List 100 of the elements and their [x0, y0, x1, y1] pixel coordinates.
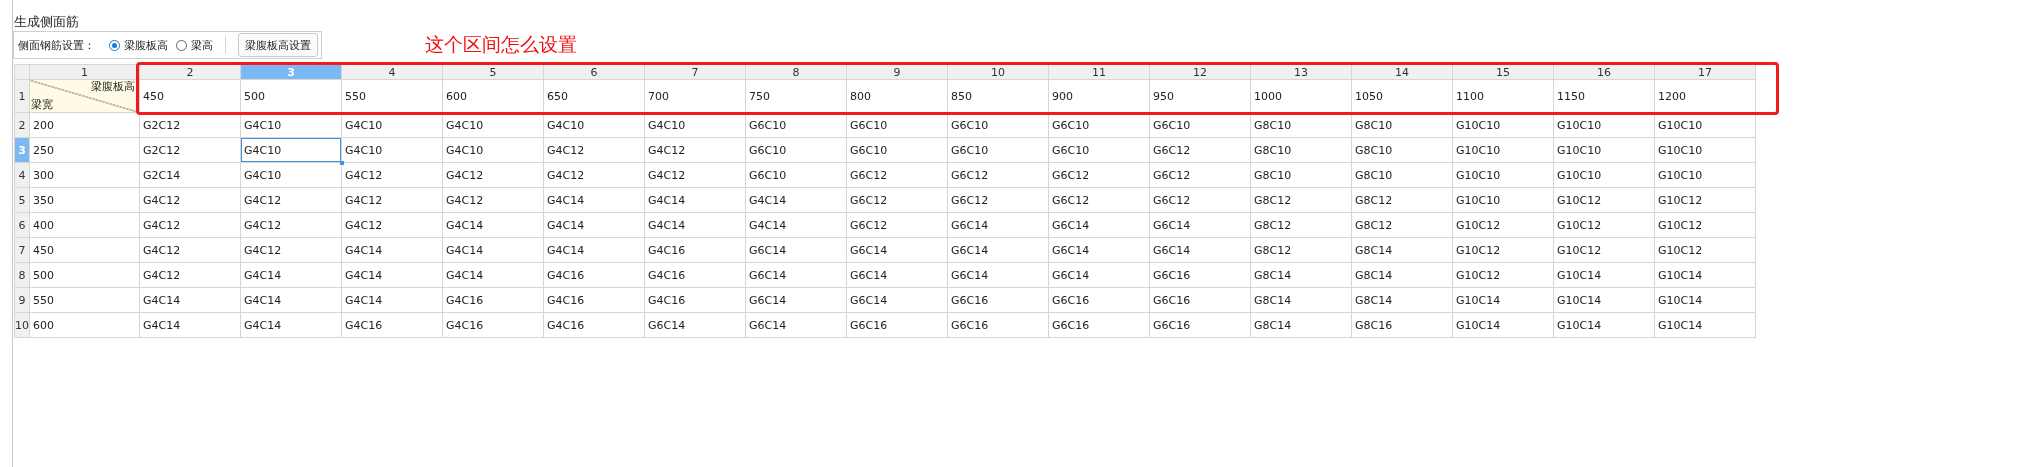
- table-cell: G6C10: [846, 137, 948, 163]
- table-cell: G6C12: [1048, 162, 1150, 188]
- table-cell: G4C12: [644, 162, 746, 188]
- table-cell: G6C12: [1149, 137, 1251, 163]
- annotation-text: 这个区间怎么设置: [425, 32, 577, 57]
- table-cell: G6C14: [1048, 262, 1150, 288]
- table-cell: G10C14: [1553, 262, 1655, 288]
- table-cell: G8C12: [1351, 212, 1453, 238]
- table-cell: G2C12: [139, 137, 241, 163]
- row-header[interactable]: 9: [14, 287, 30, 313]
- table-cell: 500: [29, 262, 140, 288]
- table-cell: G4C12: [442, 162, 544, 188]
- table-cell: G4C12: [139, 187, 241, 213]
- table-cell: G10C12: [1452, 262, 1554, 288]
- table-cell: G2C14: [139, 162, 241, 188]
- row-header[interactable]: 2: [14, 112, 30, 138]
- row-header[interactable]: 10: [14, 312, 30, 338]
- table-cell: G10C14: [1654, 262, 1756, 288]
- radio-option[interactable]: 梁腹板高: [109, 37, 168, 53]
- table-cell: 350: [29, 187, 140, 213]
- table-cell: G10C12: [1654, 237, 1756, 263]
- table-cell: G6C12: [1149, 187, 1251, 213]
- table-cell: G6C12: [846, 187, 948, 213]
- table-cell: G4C14: [240, 287, 342, 313]
- table-cell: G4C10: [240, 162, 342, 188]
- table-cell: 250: [29, 137, 140, 163]
- table-cell: G8C16: [1351, 312, 1453, 338]
- table-cell: G6C10: [745, 112, 847, 138]
- table-cell: G6C14: [644, 312, 746, 338]
- table-cell: G4C12: [139, 237, 241, 263]
- window-title: 生成侧面筋: [13, 13, 80, 27]
- table-cell: G4C12: [240, 187, 342, 213]
- table-cell: G4C12: [139, 212, 241, 238]
- table-cell: G4C14: [139, 287, 241, 313]
- table-cell: G6C14: [745, 262, 847, 288]
- table-cell: G10C14: [1654, 287, 1756, 313]
- table-cell: G4C16: [644, 287, 746, 313]
- row-header[interactable]: 1: [14, 79, 30, 113]
- table-cell: G6C14: [745, 312, 847, 338]
- corner-bottom-label: 梁宽: [30, 98, 53, 112]
- table-cell: G4C10: [240, 112, 342, 138]
- table-cell: G8C10: [1351, 162, 1453, 188]
- table-cell: G10C12: [1452, 212, 1554, 238]
- row-header[interactable]: 6: [14, 212, 30, 238]
- table-cell: G10C12: [1654, 187, 1756, 213]
- table-cell: G10C14: [1654, 312, 1756, 338]
- table-cell: G4C14: [543, 212, 645, 238]
- table-cell: G4C14: [543, 187, 645, 213]
- table-cell: G10C10: [1553, 112, 1655, 138]
- column-header[interactable]: 1: [29, 64, 140, 80]
- table-cell: G8C12: [1351, 187, 1453, 213]
- table-cell: G4C14: [442, 262, 544, 288]
- table-cell: G4C14: [442, 237, 544, 263]
- table-cell: G6C10: [745, 137, 847, 163]
- table-cell: G4C10: [341, 112, 443, 138]
- table-cell: G6C14: [947, 237, 1049, 263]
- table-cell: G4C16: [341, 312, 443, 338]
- table-cell: G4C12: [543, 137, 645, 163]
- table-cell: G8C14: [1250, 262, 1352, 288]
- table-cell: G4C12: [240, 212, 342, 238]
- table-cell: G10C10: [1654, 112, 1756, 138]
- corner-top-label: 梁腹板高: [91, 80, 135, 94]
- radio-option[interactable]: 梁高: [176, 37, 213, 53]
- table-cell: G6C12: [846, 162, 948, 188]
- table-cell: G4C10: [644, 112, 746, 138]
- table-cell: G4C12: [240, 237, 342, 263]
- table-cell: G8C12: [1250, 237, 1352, 263]
- table-cell: G4C14: [240, 312, 342, 338]
- table-cell: G10C12: [1553, 212, 1655, 238]
- table-cell: 200: [29, 112, 140, 138]
- table-cell: G4C14: [543, 237, 645, 263]
- table-cell: G8C10: [1250, 162, 1352, 188]
- table-cell: G4C16: [543, 287, 645, 313]
- table-cell: G6C12: [1149, 162, 1251, 188]
- row-header[interactable]: 7: [14, 237, 30, 263]
- table-cell: 600: [29, 312, 140, 338]
- table-cell: G10C10: [1452, 162, 1554, 188]
- table-cell: G4C12: [442, 187, 544, 213]
- table-cell: G8C14: [1351, 262, 1453, 288]
- table-cell: G10C14: [1553, 312, 1655, 338]
- table-cell: G4C12: [139, 262, 241, 288]
- row-header[interactable]: 8: [14, 262, 30, 288]
- table-cell: G4C12: [341, 162, 443, 188]
- table-cell: G4C16: [442, 287, 544, 313]
- table-cell: G4C16: [644, 262, 746, 288]
- row-header[interactable]: 4: [14, 162, 30, 188]
- table-cell: G4C10: [341, 137, 443, 163]
- table-cell: G8C10: [1351, 137, 1453, 163]
- table-cell: G6C14: [1149, 212, 1251, 238]
- settings-button[interactable]: 梁腹板高设置: [238, 33, 318, 57]
- table-cell: G8C12: [1250, 212, 1352, 238]
- table-cell: G4C14: [745, 212, 847, 238]
- table-cell: G8C14: [1250, 287, 1352, 313]
- table-cell: G2C12: [139, 112, 241, 138]
- row-header[interactable]: 5: [14, 187, 30, 213]
- table-cell: G6C14: [1149, 237, 1251, 263]
- table-cell: G4C14: [442, 212, 544, 238]
- table-cell: G10C10: [1452, 112, 1554, 138]
- table-cell: G8C10: [1250, 112, 1352, 138]
- table-cell: G6C16: [1149, 262, 1251, 288]
